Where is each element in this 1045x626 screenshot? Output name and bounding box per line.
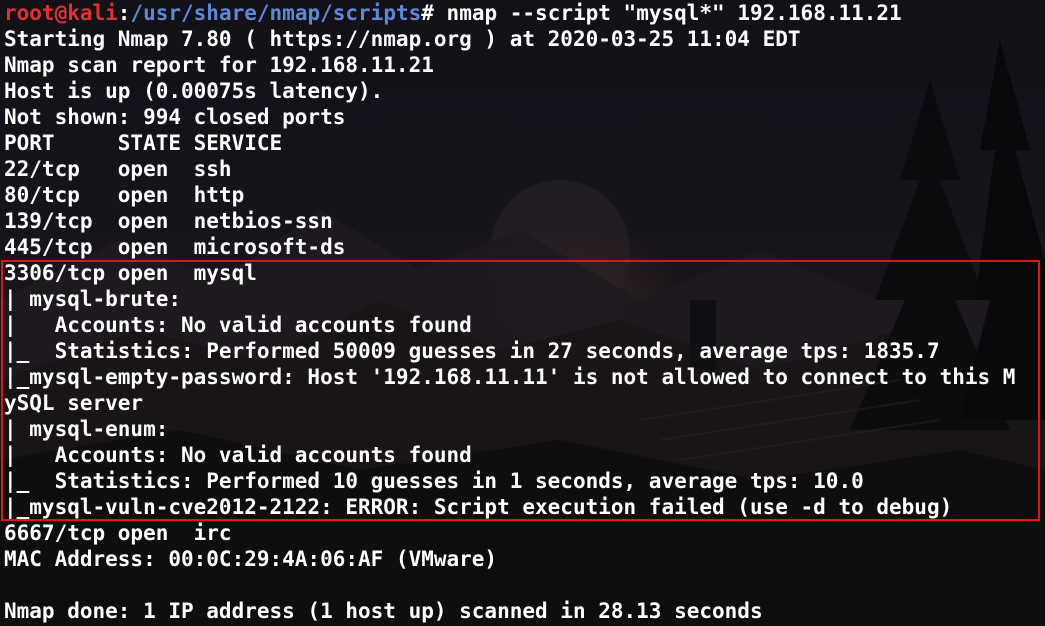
port-row-80: 80/tcp open http bbox=[4, 183, 245, 207]
script-mysql-brute-accounts: | Accounts: No valid accounts found bbox=[4, 313, 472, 337]
script-mysql-brute-header: | mysql-brute: bbox=[4, 287, 194, 311]
port-row-6667: 6667/tcp open irc bbox=[4, 521, 232, 545]
script-mysql-vuln-cve: |_mysql-vuln-cve2012-2122: ERROR: Script… bbox=[4, 495, 953, 519]
output-line-host-up: Host is up (0.00075s latency). bbox=[4, 79, 384, 103]
script-mysql-enum-statistics: |_ Statistics: Performed 10 guesses in 1… bbox=[4, 469, 864, 493]
prompt-symbol: # bbox=[421, 1, 434, 25]
terminal-output: root@kali:/usr/share/nmap/scripts# nmap … bbox=[4, 0, 1045, 624]
port-row-3306: 3306/tcp open mysql bbox=[4, 261, 257, 285]
output-line-start: Starting Nmap 7.80 ( https://nmap.org ) … bbox=[4, 27, 801, 51]
output-line-not-shown: Not shown: 994 closed ports bbox=[4, 105, 346, 129]
mac-address-line: MAC Address: 00:0C:29:4A:06:AF (VMware) bbox=[4, 547, 498, 571]
command-text: nmap --script "mysql*" 192.168.11.21 bbox=[433, 1, 902, 25]
prompt-separator: : bbox=[117, 1, 131, 25]
script-mysql-brute-statistics: |_ Statistics: Performed 50009 guesses i… bbox=[4, 339, 940, 363]
port-table-header: PORT STATE SERVICE bbox=[4, 131, 283, 155]
port-row-139: 139/tcp open netbios-ssn bbox=[4, 209, 333, 233]
script-mysql-empty-password: |_mysql-empty-password: Host '192.168.11… bbox=[4, 365, 1016, 389]
port-row-22: 22/tcp open ssh bbox=[4, 157, 232, 181]
script-mysql-empty-password-wrap: ySQL server bbox=[4, 391, 144, 415]
output-line-scan-report: Nmap scan report for 192.168.11.21 bbox=[4, 53, 434, 77]
script-mysql-enum-accounts: | Accounts: No valid accounts found bbox=[4, 443, 472, 467]
script-mysql-enum-header: | mysql-enum: bbox=[4, 417, 182, 441]
port-row-445: 445/tcp open microsoft-ds bbox=[4, 235, 346, 259]
prompt-path: /usr/share/nmap/scripts bbox=[130, 1, 422, 25]
terminal-window[interactable]: root@kali:/usr/share/nmap/scripts# nmap … bbox=[0, 0, 1045, 626]
command-prompt-line[interactable]: root@kali:/usr/share/nmap/scripts# nmap … bbox=[4, 0, 1045, 26]
prompt-user-host: root@kali bbox=[4, 1, 118, 25]
nmap-done-line: Nmap done: 1 IP address (1 host up) scan… bbox=[4, 599, 763, 623]
